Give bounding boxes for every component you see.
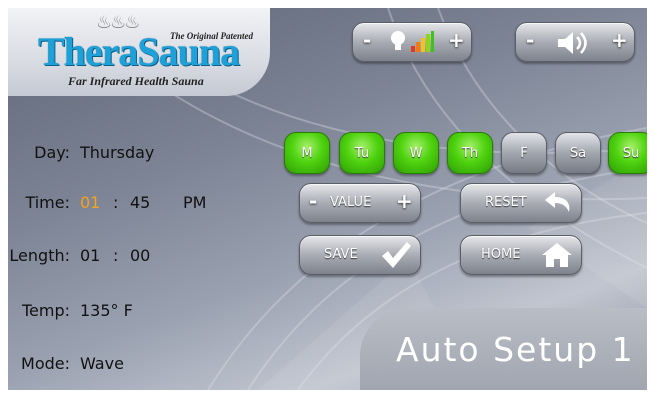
day-toggle-tuesday[interactable]: Tu (339, 132, 385, 174)
value-plus-button[interactable]: + (396, 189, 413, 213)
checkmark-icon (382, 242, 411, 268)
brand-subtitle: Far Infrared Health Sauna (68, 74, 204, 88)
save-button[interactable]: SAVE (299, 235, 421, 275)
brand-tagline: The Original Patented (170, 31, 253, 41)
light-plus-button[interactable]: + (448, 28, 465, 52)
volume-control: - + (515, 22, 635, 62)
day-label: Day: (34, 143, 70, 162)
value-label: VALUE (330, 195, 372, 210)
undo-arrow-icon (545, 192, 570, 212)
time-separator: : (113, 193, 119, 212)
time-hour-value[interactable]: 01 (80, 193, 100, 212)
day-toggle-sunday[interactable]: Su (608, 132, 647, 174)
time-ampm-value[interactable]: PM (183, 193, 206, 212)
bulb-level-icon (391, 31, 434, 52)
day-toggle-monday[interactable]: M (284, 132, 330, 174)
day-toggle-saturday[interactable]: Sa (555, 132, 601, 174)
light-minus-button[interactable]: - (363, 28, 371, 52)
length-hour-value[interactable]: 01 (80, 246, 100, 265)
day-toggle-friday[interactable]: F (501, 132, 547, 174)
home-label: HOME (481, 247, 521, 262)
mode-label: Mode: (21, 354, 70, 373)
logo-panel: ♨♨♨ TheraSauna The Original Patented Far… (8, 8, 270, 96)
time-label: Time: (25, 193, 70, 212)
day-value: Thursday (80, 143, 155, 162)
length-minute-value[interactable]: 00 (130, 246, 150, 265)
value-minus-button[interactable]: - (309, 189, 317, 213)
mode-value[interactable]: Wave (80, 354, 124, 373)
light-control: - + (352, 22, 472, 62)
save-label: SAVE (324, 247, 358, 262)
screen-title: Auto Setup 1 (396, 330, 635, 369)
sauna-control-screen: ♨♨♨ TheraSauna The Original Patented Far… (8, 8, 647, 390)
day-toggle-wednesday[interactable]: W (393, 132, 439, 174)
speaker-icon (558, 32, 587, 54)
volume-minus-button[interactable]: - (526, 28, 534, 52)
reset-label: RESET (485, 195, 527, 210)
time-minute-value[interactable]: 45 (130, 193, 150, 212)
home-button[interactable]: HOME (460, 235, 582, 275)
temp-label: Temp: (21, 301, 70, 320)
reset-button[interactable]: RESET (460, 183, 582, 223)
temp-value[interactable]: 135° F (80, 301, 133, 320)
day-toggle-thursday[interactable]: Th (447, 132, 493, 174)
length-label: Length: (9, 246, 70, 265)
volume-plus-button[interactable]: + (611, 28, 628, 52)
home-icon (542, 243, 572, 267)
length-separator: : (113, 246, 119, 265)
value-control: - VALUE + (299, 183, 421, 223)
